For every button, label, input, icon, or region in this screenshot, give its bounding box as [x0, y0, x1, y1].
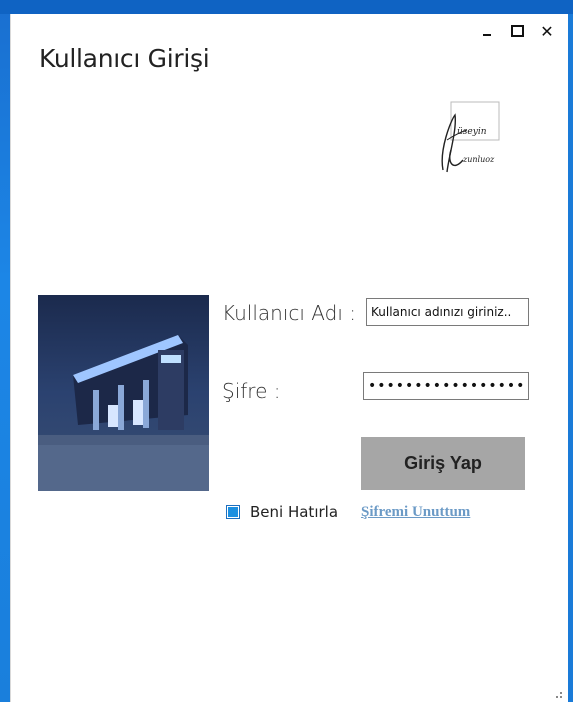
window-controls: ✕ [480, 22, 554, 41]
close-button[interactable]: ✕ [540, 22, 554, 41]
resize-grip-icon[interactable] [552, 688, 562, 698]
password-input[interactable] [363, 372, 529, 400]
desktop-background-edge [568, 14, 573, 702]
svg-text:zunluoz: zunluoz [462, 155, 495, 164]
login-button[interactable]: Giriş Yap [361, 437, 525, 490]
maximize-button[interactable] [510, 22, 524, 40]
window-title: Kullanıcı Girişi [39, 44, 210, 73]
remember-me[interactable]: Beni Hatırla [226, 503, 338, 521]
forgot-password-link[interactable]: Şifremi Unuttum [361, 504, 470, 521]
password-label: Şifre : [222, 379, 281, 403]
remember-label: Beni Hatırla [250, 503, 339, 521]
checkbox-check-icon [228, 507, 238, 517]
minimize-button[interactable] [480, 22, 494, 40]
desktop-background [0, 0, 573, 14]
signature-logo: üseyin zunluoz [441, 101, 500, 173]
username-label: Kullanıcı Adı : [222, 301, 356, 325]
svg-text:üseyin: üseyin [457, 127, 487, 137]
username-input[interactable] [366, 298, 529, 326]
login-window: Kullanıcı Girişi ✕ üseyin zunluoz Kullan… [10, 14, 568, 702]
gas-station-night-image [38, 295, 209, 491]
remember-checkbox[interactable] [226, 505, 240, 519]
